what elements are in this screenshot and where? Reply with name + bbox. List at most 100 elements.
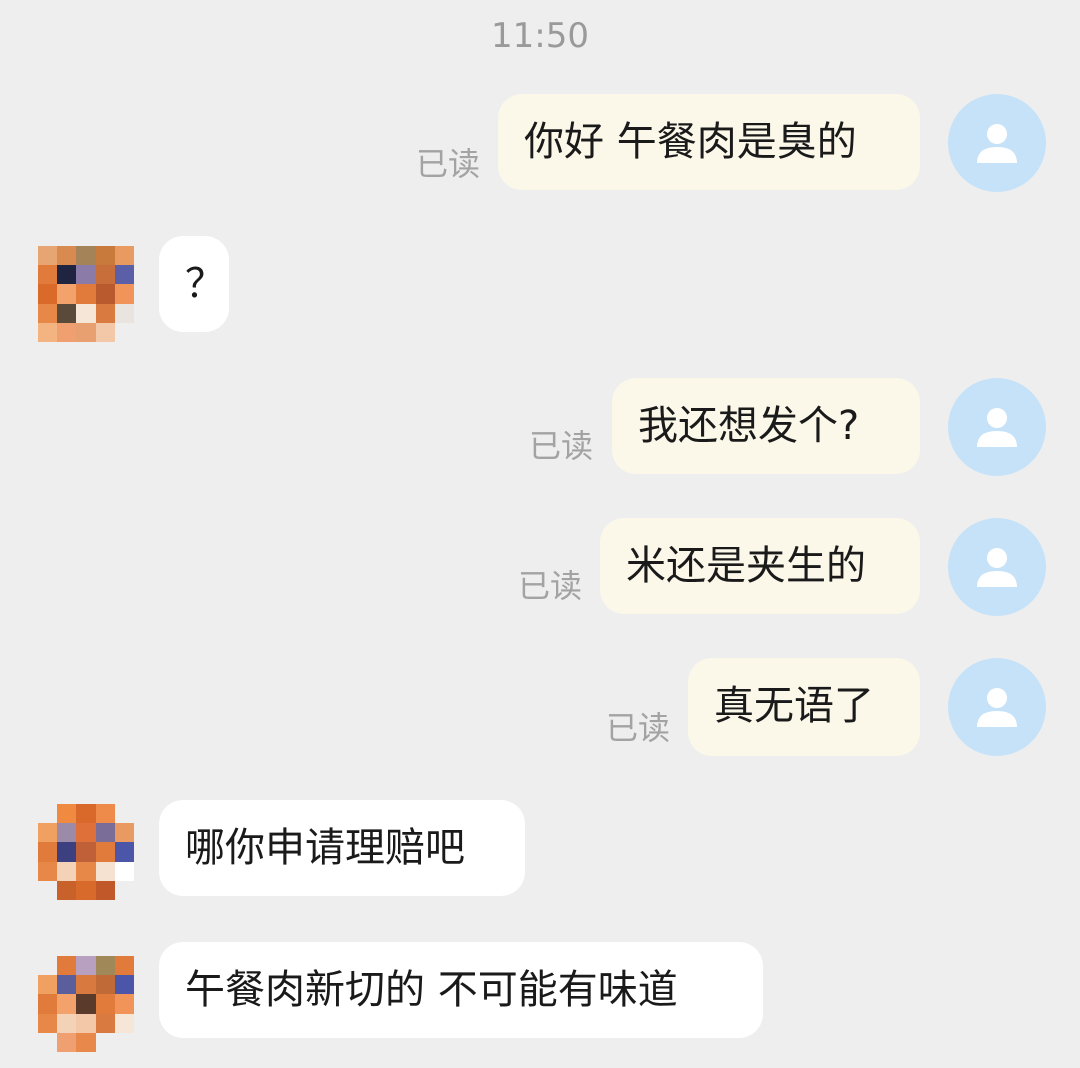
- avatar-pixel: [38, 322, 58, 342]
- avatar-pixel: [114, 861, 134, 881]
- avatar-pixel: [114, 246, 134, 266]
- avatar-pixel: [38, 861, 58, 881]
- avatar-pixel: [57, 1032, 77, 1052]
- avatar-pixel: [114, 842, 134, 862]
- avatar-pixel: [38, 1032, 58, 1052]
- avatar-pixel: [38, 284, 58, 304]
- my-avatar[interactable]: [948, 378, 1046, 476]
- avatar-pixel: [76, 303, 96, 323]
- avatar-pixel: [95, 994, 115, 1014]
- my-avatar[interactable]: [948, 94, 1046, 192]
- avatar-pixel: [76, 880, 96, 900]
- avatar-pixel: [114, 1032, 134, 1052]
- avatar-pixel: [95, 804, 115, 824]
- avatar-pixel: [76, 842, 96, 862]
- avatar-pixel: [114, 322, 134, 342]
- message-bubble[interactable]: ？: [159, 236, 229, 332]
- avatar-pixel: [57, 994, 77, 1014]
- avatar-pixel: [76, 804, 96, 824]
- avatar-pixel: [95, 284, 115, 304]
- timestamp: 11:50: [491, 16, 589, 56]
- contact-avatar[interactable]: [38, 956, 134, 1052]
- message-bubble[interactable]: 你好 午餐肉是臭的: [498, 94, 920, 190]
- avatar-pixel: [57, 1013, 77, 1033]
- avatar-pixel: [95, 246, 115, 266]
- avatar-pixel: [38, 246, 58, 266]
- avatar-pixel: [76, 956, 96, 976]
- message-bubble[interactable]: 午餐肉新切的 不可能有味道: [159, 942, 763, 1038]
- message-bubble[interactable]: 我还想发个?: [612, 378, 920, 474]
- avatar-pixel: [95, 956, 115, 976]
- avatar-pixel: [57, 322, 77, 342]
- read-receipt: 已读: [606, 709, 671, 747]
- avatar-pixel: [38, 842, 58, 862]
- avatar-pixel: [76, 823, 96, 843]
- avatar-pixel: [57, 804, 77, 824]
- avatar-pixel: [76, 1032, 96, 1052]
- avatar-pixel: [95, 861, 115, 881]
- avatar-pixel: [114, 994, 134, 1014]
- avatar-pixel: [95, 1032, 115, 1052]
- avatar-pixel: [76, 322, 96, 342]
- message-row: 已读 你好 午餐肉是臭的: [0, 94, 1080, 194]
- avatar-pixel: [38, 804, 58, 824]
- read-receipt: 已读: [529, 427, 594, 465]
- avatar-pixel: [76, 1013, 96, 1033]
- avatar-pixel: [95, 265, 115, 285]
- avatar-pixel: [76, 975, 96, 995]
- avatar-pixel: [114, 975, 134, 995]
- avatar-pixel: [76, 861, 96, 881]
- avatar-pixel: [114, 303, 134, 323]
- message-bubble[interactable]: 哪你申请理赔吧: [159, 800, 525, 896]
- avatar-pixel: [57, 284, 77, 304]
- avatar-pixel: [114, 823, 134, 843]
- avatar-pixel: [95, 322, 115, 342]
- message-row: 哪你申请理赔吧: [0, 800, 1080, 900]
- avatar-pixel: [76, 994, 96, 1014]
- avatar-pixel: [38, 265, 58, 285]
- avatar-pixel: [95, 1013, 115, 1033]
- avatar-pixel: [95, 880, 115, 900]
- avatar-pixel: [114, 880, 134, 900]
- person-icon: [977, 408, 1017, 447]
- avatar-pixel: [114, 284, 134, 304]
- message-bubble[interactable]: 米还是夹生的: [600, 518, 920, 614]
- my-avatar[interactable]: [948, 658, 1046, 756]
- person-icon: [977, 548, 1017, 587]
- avatar-pixel: [114, 265, 134, 285]
- contact-avatar[interactable]: [38, 804, 134, 900]
- message-row: 已读 米还是夹生的: [0, 518, 1080, 618]
- message-row: 午餐肉新切的 不可能有味道: [0, 942, 1080, 1052]
- contact-avatar[interactable]: [38, 246, 134, 342]
- avatar-pixel: [95, 303, 115, 323]
- read-receipt: 已读: [518, 567, 583, 605]
- message-row: ？: [0, 236, 1080, 346]
- message-bubble[interactable]: 真无语了: [688, 658, 920, 756]
- message-row: 已读 真无语了: [0, 658, 1080, 758]
- my-avatar[interactable]: [948, 518, 1046, 616]
- avatar-pixel: [114, 956, 134, 976]
- avatar-pixel: [95, 975, 115, 995]
- person-icon: [977, 124, 1017, 163]
- avatar-pixel: [95, 823, 115, 843]
- avatar-pixel: [57, 880, 77, 900]
- avatar-pixel: [38, 1013, 58, 1033]
- person-icon: [977, 688, 1017, 727]
- avatar-pixel: [57, 956, 77, 976]
- avatar-pixel: [57, 303, 77, 323]
- avatar-pixel: [114, 804, 134, 824]
- avatar-pixel: [57, 975, 77, 995]
- message-row: 已读 我还想发个?: [0, 378, 1080, 478]
- read-receipt: 已读: [416, 145, 481, 183]
- avatar-pixel: [57, 823, 77, 843]
- avatar-pixel: [57, 246, 77, 266]
- avatar-pixel: [38, 823, 58, 843]
- avatar-pixel: [57, 861, 77, 881]
- avatar-pixel: [57, 842, 77, 862]
- avatar-pixel: [38, 880, 58, 900]
- avatar-pixel: [38, 994, 58, 1014]
- avatar-pixel: [38, 956, 58, 976]
- avatar-pixel: [76, 246, 96, 266]
- avatar-pixel: [38, 303, 58, 323]
- avatar-pixel: [76, 265, 96, 285]
